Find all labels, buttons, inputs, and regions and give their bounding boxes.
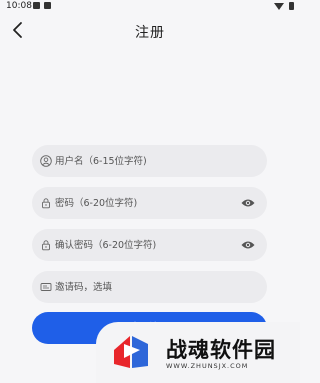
- settings-icon: [33, 2, 40, 9]
- battery-icon: [289, 2, 294, 10]
- status-icons-right: [274, 2, 294, 10]
- password-input[interactable]: [55, 193, 241, 213]
- eye-icon[interactable]: [241, 240, 255, 250]
- confirm-password-input[interactable]: [55, 235, 241, 255]
- lock-icon: [42, 240, 50, 251]
- user-icon: [40, 155, 52, 167]
- invite-card-icon: [40, 283, 52, 291]
- status-time: 10:08: [6, 1, 32, 11]
- watermark-text: 战魂软件园: [166, 338, 276, 362]
- image-icon: [44, 2, 51, 9]
- watermark: 战魂软件园 WWW.ZHUNSJX.COM: [96, 322, 300, 383]
- confirm-password-field[interactable]: [32, 229, 267, 261]
- username-input[interactable]: [55, 151, 267, 171]
- status-icons-left: [33, 2, 51, 9]
- brand-logo-icon: [114, 336, 148, 368]
- status-bar: 10:08: [0, 0, 300, 14]
- page-title: 注册: [135, 25, 165, 41]
- invite-code-input[interactable]: [55, 277, 267, 297]
- lock-icon: [42, 198, 50, 209]
- eye-icon[interactable]: [241, 198, 255, 208]
- username-field[interactable]: [32, 145, 267, 177]
- wifi-icon: [274, 2, 284, 10]
- watermark-url: WWW.ZHUNSJX.COM: [166, 362, 249, 370]
- invite-code-field[interactable]: [32, 271, 267, 303]
- header: 注册: [0, 14, 300, 48]
- password-field[interactable]: [32, 187, 267, 219]
